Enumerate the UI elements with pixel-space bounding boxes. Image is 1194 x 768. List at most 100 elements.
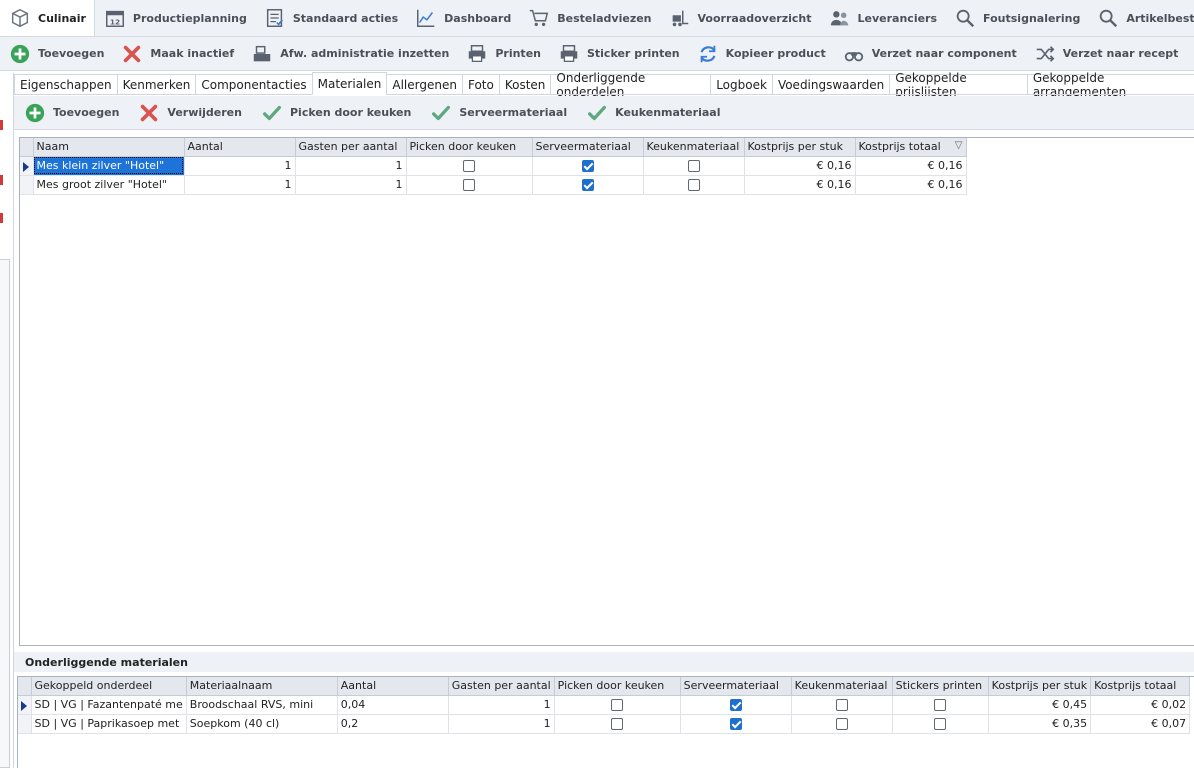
nav-item-standaard-acties[interactable]: Standaard acties — [255, 0, 406, 36]
cost-total-cell[interactable]: € 0,16 — [855, 175, 967, 195]
column-header-stickers-printen[interactable]: Stickers printen — [892, 677, 989, 696]
guests-per-quantity[interactable]: 1 — [396, 159, 403, 172]
kitchen-material-checkbox[interactable] — [687, 160, 700, 172]
nav-item-leveranciers[interactable]: Leveranciers — [820, 0, 946, 36]
materials-button-picken-door-keuken[interactable]: Picken door keuken — [251, 101, 420, 125]
materials-button-serveermateriaal[interactable]: Serveermateriaal — [420, 101, 576, 125]
guests-per-quantity-cell[interactable]: 1 — [448, 714, 555, 734]
column-header-kostprijs-per-stuk[interactable]: Kostprijs per stuk — [988, 677, 1092, 696]
tab-foto[interactable]: Foto — [461, 74, 500, 95]
nav-item-voorraadoverzicht[interactable]: Voorraadoverzicht — [660, 0, 820, 36]
quantity-cell[interactable]: 0,04 — [337, 695, 449, 715]
serving-material-checkbox[interactable] — [729, 699, 742, 711]
cost-total-cell[interactable]: € 0,16 — [855, 156, 967, 176]
serving-material-checkbox[interactable] — [581, 179, 594, 191]
column-header-keukenmateriaal[interactable]: Keukenmateriaal — [643, 138, 745, 157]
column-header-kostprijs-totaal[interactable]: Kostprijs totaal — [1090, 677, 1191, 696]
material-name[interactable]: Mes klein zilver "Hotel" — [37, 159, 165, 172]
cost-per-unit[interactable]: € 0,35 — [1052, 717, 1087, 730]
tab-kenmerken[interactable]: Kenmerken — [116, 74, 197, 95]
toolbar-button-toevoegen[interactable]: Toevoegen — [0, 37, 112, 70]
guests-per-quantity-cell[interactable]: 1 — [448, 695, 555, 715]
column-header-serveermateriaal[interactable]: Serveermateriaal — [680, 677, 792, 696]
tab-allergenen[interactable]: Allergenen — [386, 74, 463, 95]
materials-button-verwijderen[interactable]: Verwijderen — [128, 101, 251, 125]
tab-onderliggende-onderdelen[interactable]: Onderliggende onderdelen — [550, 71, 712, 99]
table-row[interactable]: SD | VG | Fazantenpaté me Broodschaal RVS… — [18, 695, 1191, 715]
serving-material-checkbox[interactable] — [729, 718, 742, 730]
row-indicator[interactable] — [18, 714, 32, 734]
cost-total-cell[interactable]: € 0,07 — [1090, 714, 1191, 734]
nav-item-foutsignalering[interactable]: Foutsignalering — [945, 0, 1088, 36]
print-stickers-checkbox[interactable] — [934, 699, 947, 711]
kitchen-material-checkbox[interactable] — [687, 179, 700, 191]
quantity[interactable]: 1 — [285, 159, 292, 172]
cost-per-unit-cell[interactable]: € 0,16 — [744, 175, 856, 195]
kitchen-material-checkbox[interactable] — [835, 718, 848, 730]
nav-item-dashboard[interactable]: Dashboard — [406, 0, 519, 36]
toolbar-button-printen[interactable]: Printen — [457, 37, 549, 70]
materials-button-toevoegen[interactable]: Toevoegen — [14, 101, 128, 125]
column-header-serveermateriaal[interactable]: Serveermateriaal — [532, 138, 644, 157]
cost-total[interactable]: € 0,02 — [1151, 698, 1186, 711]
toolbar-button-afw-administratie-inzetten[interactable]: Afw. administratie inzetten — [242, 37, 457, 70]
cost-total[interactable]: € 0,07 — [1151, 717, 1186, 730]
column-header-kostprijs-per-stuk[interactable]: Kostprijs per stuk — [744, 138, 856, 157]
nav-item-productieplanning[interactable]: 12 Productieplanning — [95, 0, 255, 36]
tab-voedingswaarden[interactable]: Voedingswaarden — [771, 74, 891, 95]
guests-per-quantity-cell[interactable]: 1 — [295, 175, 407, 195]
tab-eigenschappen[interactable]: Eigenschappen — [14, 74, 118, 95]
kitchen-material-checkbox[interactable] — [835, 699, 848, 711]
column-header-gekoppeld-onderdeel[interactable]: Gekoppeld onderdeel — [31, 677, 187, 696]
pick-by-kitchen-checkbox[interactable] — [611, 718, 624, 730]
nav-item-artikelbestand-import-signaleringen[interactable]: Artikelbestand import signaleringen — [1088, 0, 1194, 36]
linked-part[interactable]: SD | VG | Fazantenpaté me — [35, 698, 183, 711]
cost-per-unit[interactable]: € 0,16 — [817, 159, 852, 172]
cost-per-unit-cell[interactable]: € 0,35 — [988, 714, 1092, 734]
material-name-cell[interactable]: Mes groot zilver "Hotel" — [33, 175, 185, 195]
cost-per-unit-cell[interactable]: € 0,45 — [988, 695, 1092, 715]
tab-gekoppelde-arrangementen[interactable]: Gekoppelde arrangementen — [1026, 71, 1194, 99]
table-row[interactable]: SD | VG | Paprikasoep met Soepkom (40 cl)… — [18, 714, 1191, 734]
pick-by-kitchen-checkbox[interactable] — [463, 179, 475, 191]
nav-item-culinair[interactable]: Culinair — [0, 0, 95, 36]
column-header-aantal[interactable]: Aantal — [337, 677, 449, 696]
toolbar-button-verzet-naar-recept[interactable]: Verzet naar recept — [1025, 37, 1187, 70]
column-header-keukenmateriaal[interactable]: Keukenmateriaal — [791, 677, 893, 696]
guests-per-quantity[interactable]: 1 — [544, 698, 551, 711]
quantity[interactable]: 0,04 — [341, 698, 366, 711]
toolbar-button-verkoopprijzen-overnemen[interactable]: Verkoopprijzen overnemen — [1186, 37, 1194, 70]
toolbar-button-kopieer-product[interactable]: Kopieer product — [688, 37, 834, 70]
quantity-cell[interactable]: 1 — [184, 156, 296, 176]
cost-total[interactable]: € 0,16 — [928, 178, 963, 191]
pick-by-kitchen-checkbox[interactable] — [463, 160, 475, 172]
column-header-gasten-per-aantal[interactable]: Gasten per aantal — [448, 677, 555, 696]
quantity[interactable]: 1 — [285, 178, 292, 191]
linked-part-cell[interactable]: SD | VG | Fazantenpaté me — [31, 695, 187, 715]
tab-kosten[interactable]: Kosten — [498, 74, 552, 95]
material-name[interactable]: Soepkom (40 cl) — [190, 717, 280, 730]
material-name-cell[interactable]: Soepkom (40 cl) — [186, 714, 338, 734]
cost-total[interactable]: € 0,16 — [928, 159, 963, 172]
material-name[interactable]: Broodschaal RVS, mini — [190, 698, 313, 711]
guests-per-quantity-cell[interactable]: 1 — [295, 156, 407, 176]
print-stickers-checkbox[interactable] — [934, 718, 947, 730]
material-name-cell[interactable]: Broodschaal RVS, mini — [186, 695, 338, 715]
column-header-kostprijs-totaal[interactable]: Kostprijs totaal ▽ — [855, 138, 967, 157]
row-indicator[interactable] — [20, 175, 34, 195]
cost-per-unit[interactable]: € 0,16 — [817, 178, 852, 191]
tab-componentacties[interactable]: Componentacties — [195, 74, 313, 95]
serving-material-checkbox[interactable] — [581, 160, 594, 172]
cost-total-cell[interactable]: € 0,02 — [1090, 695, 1191, 715]
guests-per-quantity[interactable]: 1 — [544, 717, 551, 730]
table-row[interactable]: Mes groot zilver "Hotel" 1 1 € 0,16 € 0,16 — [20, 175, 967, 195]
linked-part[interactable]: SD | VG | Paprikasoep met — [35, 717, 180, 730]
toolbar-button-verzet-naar-component[interactable]: Verzet naar component — [834, 37, 1025, 70]
tab-materialen[interactable]: Materialen — [311, 72, 388, 95]
toolbar-button-sticker-printen[interactable]: Sticker printen — [549, 37, 688, 70]
nav-item-besteladviezen[interactable]: Besteladviezen — [519, 0, 659, 36]
materials-button-keukenmateriaal[interactable]: Keukenmateriaal — [576, 101, 729, 125]
tab-logboek[interactable]: Logboek — [710, 74, 773, 95]
quantity-cell[interactable]: 1 — [184, 175, 296, 195]
material-name-cell[interactable]: Mes klein zilver "Hotel" — [33, 156, 185, 176]
